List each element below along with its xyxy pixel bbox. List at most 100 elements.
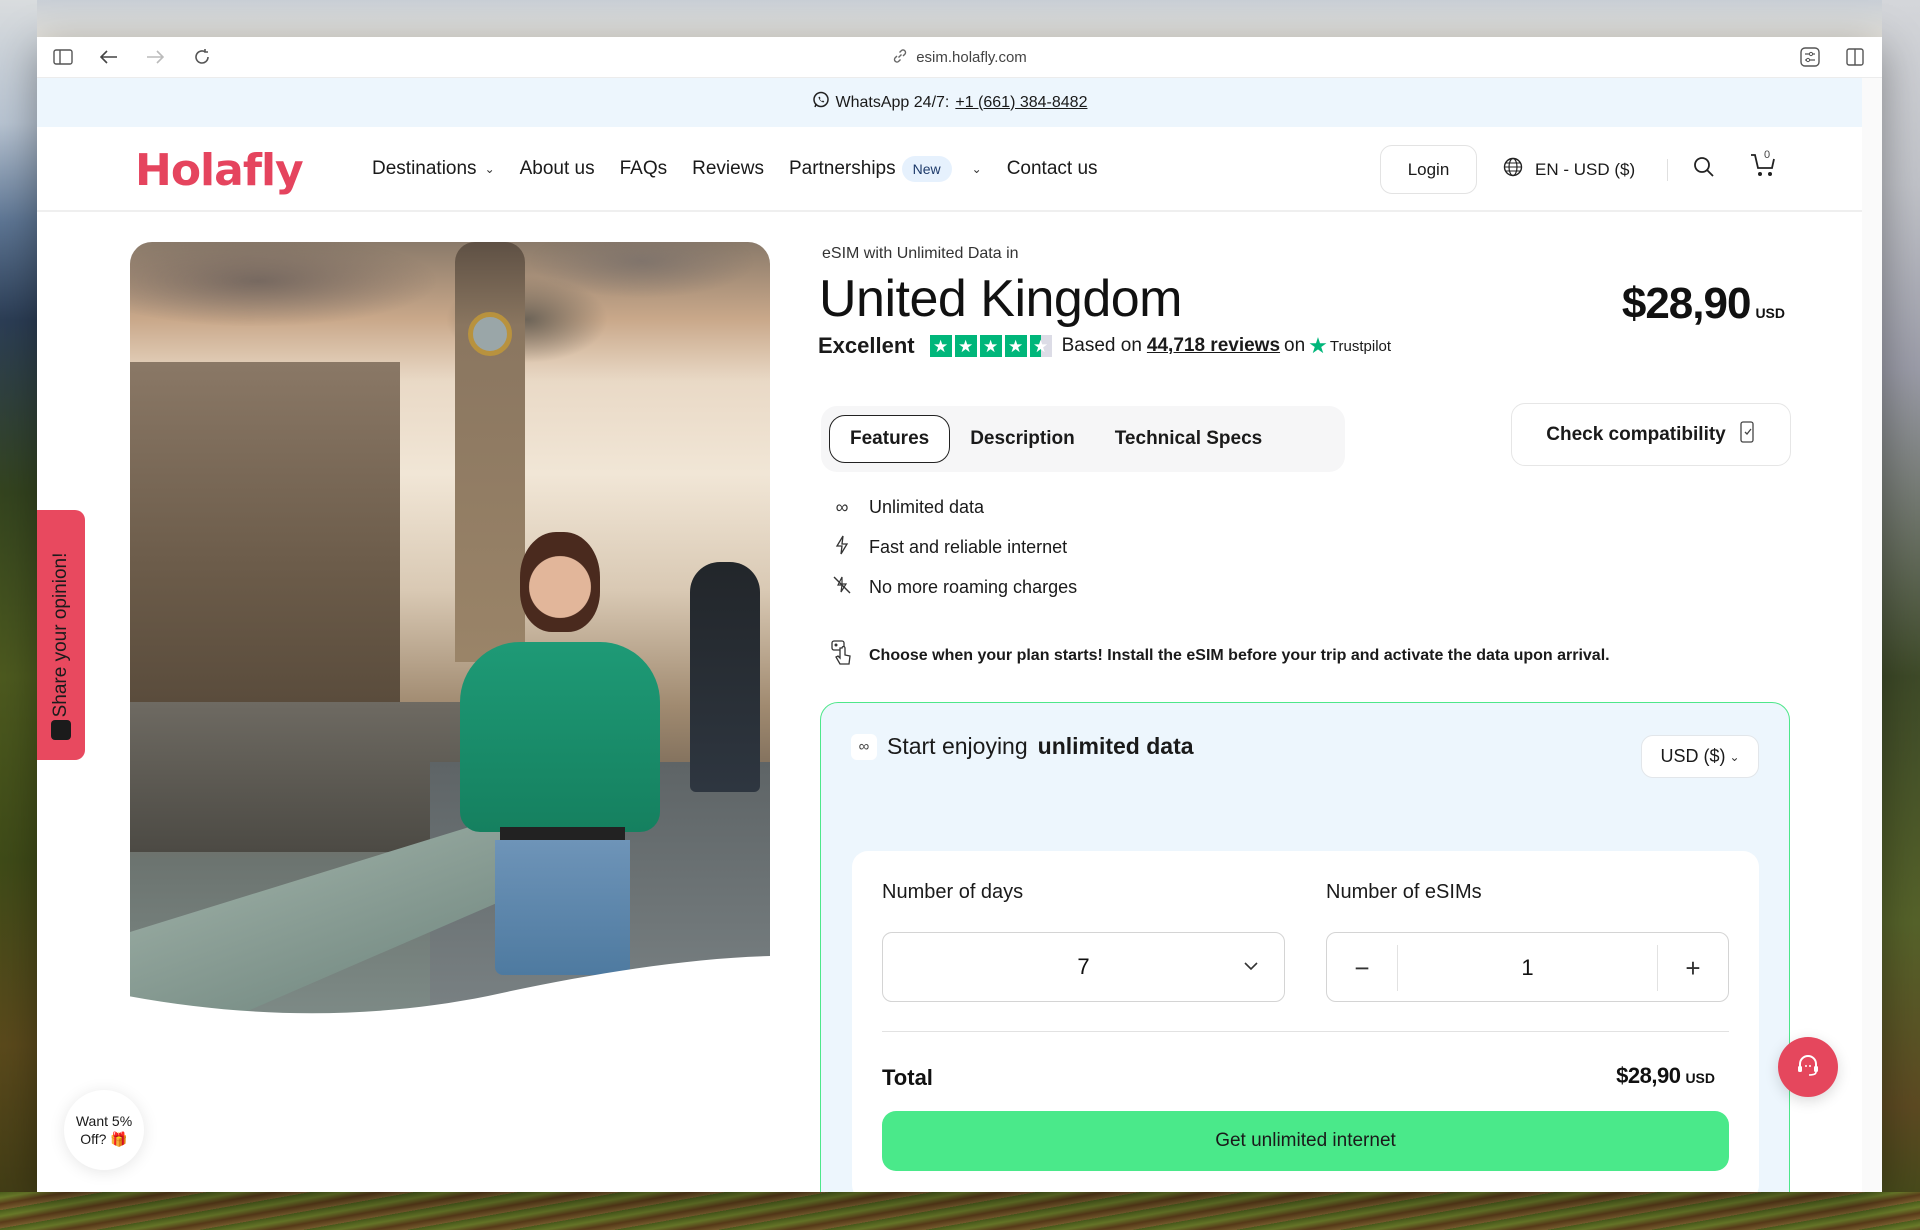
rating-based-on: Based on: [1061, 335, 1142, 356]
star-icon: ★: [979, 335, 1002, 357]
nav-faqs[interactable]: FAQs: [620, 158, 668, 180]
nav-contact-us-label: Contact us: [1006, 157, 1098, 179]
feedback-smile-icon: [51, 720, 71, 740]
nav-destinations-label: Destinations: [372, 157, 477, 179]
cart-icon[interactable]: 0: [1749, 149, 1779, 186]
currency-select[interactable]: USD ($) ⌄: [1641, 735, 1759, 778]
trustpilot-logo[interactable]: ★ Trustpilot: [1308, 333, 1391, 359]
split-view-icon[interactable]: [1843, 45, 1867, 69]
extensions-icon[interactable]: [1798, 45, 1822, 69]
activation-note-text: Choose when your plan starts! Install th…: [869, 646, 1610, 664]
chevron-down-icon: ⌄: [484, 161, 495, 176]
page-scrollbar[interactable]: [1862, 78, 1882, 1192]
nav-partnerships[interactable]: Partnerships New ⌄: [788, 155, 982, 182]
infinity-icon: ∞: [851, 733, 877, 760]
price-currency: USD: [1755, 305, 1785, 321]
trustpilot-rating: Excellent ★ ★ ★ ★ ★ Based on 44,718 revi…: [818, 333, 1391, 359]
product-eyebrow: eSIM with Unlimited Data in: [822, 245, 1019, 262]
discount-bubble[interactable]: Want 5% Off? 🎁: [64, 1090, 144, 1170]
nav-about-us[interactable]: About us: [520, 158, 595, 180]
browser-toolbar: esim.holafly.com: [37, 37, 1882, 78]
desktop-background-right: [1882, 0, 1920, 1230]
nav-reviews[interactable]: Reviews: [692, 158, 764, 180]
headset-icon: [1795, 1052, 1821, 1083]
nav-partnerships-label: Partnerships: [788, 157, 896, 179]
rating-on: on: [1284, 335, 1306, 356]
globe-icon: [1503, 157, 1523, 182]
purchase-title: ∞ Start enjoying unlimited data: [851, 733, 1194, 760]
hero-clouds: [130, 242, 770, 372]
nav-contact-us[interactable]: Contact us: [1007, 158, 1098, 180]
plan-options-panel: Number of days Number of eSIMs 7 − 1 + T…: [852, 851, 1759, 1192]
tab-features[interactable]: Features: [829, 415, 951, 463]
divider: [882, 1031, 1729, 1032]
nav-links: Destinations ⌄ About us FAQs Reviews Par…: [372, 127, 1123, 210]
support-chat-button[interactable]: [1778, 1037, 1838, 1097]
currency-select-value: USD ($): [1660, 746, 1726, 766]
esims-label: Number of eSIMs: [1326, 881, 1482, 903]
feature-item: No more roaming charges: [831, 567, 1077, 607]
share-opinion-tab[interactable]: Share your opinion!: [37, 510, 85, 760]
feature-label: Unlimited data: [869, 496, 985, 517]
hero-clock-face: [468, 312, 512, 356]
tab-description[interactable]: Description: [950, 415, 1095, 463]
nav-destinations[interactable]: Destinations ⌄: [372, 158, 495, 180]
language-currency-selector[interactable]: EN - USD ($): [1503, 145, 1635, 194]
discount-line1: Want 5%: [75, 1113, 133, 1129]
product-tabs: Features Description Technical Specs: [821, 406, 1345, 472]
chevron-down-icon: ⌄: [1729, 749, 1740, 764]
reviews-link[interactable]: 44,718 reviews: [1147, 335, 1280, 357]
purchase-card: ∞ Start enjoying unlimited data USD ($) …: [820, 702, 1790, 1192]
get-unlimited-internet-button[interactable]: Get unlimited internet: [882, 1111, 1729, 1171]
star-icon: ★: [954, 335, 977, 357]
star-icon: ★: [1004, 335, 1027, 357]
search-icon[interactable]: [1692, 155, 1716, 184]
no-roaming-icon: [831, 575, 853, 600]
cart-count: 0: [1764, 149, 1771, 161]
url-text: esim.holafly.com: [916, 49, 1027, 66]
total-label: Total: [882, 1065, 933, 1090]
total-amount: $28,90: [1616, 1063, 1681, 1088]
increment-button[interactable]: +: [1658, 933, 1728, 1003]
whatsapp-phone-link[interactable]: +1 (661) 384-8482: [955, 94, 1087, 112]
days-value: 7: [1077, 954, 1090, 979]
tap-hand-icon: [831, 640, 853, 671]
holafly-logo[interactable]: Holafly: [135, 145, 304, 196]
total-currency: USD: [1685, 1070, 1715, 1086]
feature-list: ∞ Unlimited data Fast and reliable inter…: [831, 487, 1077, 607]
product-price: $28,90 USD: [1622, 279, 1785, 329]
esims-value[interactable]: 1: [1397, 945, 1658, 991]
hero-parliament: [130, 362, 400, 702]
rating-label: Excellent: [818, 333, 915, 358]
feature-label: No more roaming charges: [869, 576, 1078, 597]
login-button[interactable]: Login: [1380, 145, 1477, 194]
days-label: Number of days: [882, 881, 1024, 903]
infinity-icon: ∞: [835, 496, 849, 517]
total-price: $28,90 USD: [1616, 1063, 1715, 1089]
main-navigation: Holafly Destinations ⌄ About us FAQs Rev…: [37, 127, 1862, 212]
hero-image-london-traveler: [130, 242, 770, 1016]
star-icon: ★: [929, 335, 952, 357]
days-select[interactable]: 7: [882, 932, 1285, 1002]
decrement-button[interactable]: −: [1327, 933, 1397, 1003]
share-opinion-label: Share your opinion!: [50, 552, 71, 718]
check-compatibility-label: Check compatibility: [1546, 423, 1726, 445]
whatsapp-icon: [812, 91, 830, 114]
price-amount: $28,90: [1621, 279, 1752, 328]
product-title: United Kingdom: [819, 270, 1183, 328]
hero-belt: [500, 827, 625, 841]
trustpilot-label: Trustpilot: [1329, 337, 1392, 355]
desktop-background-bottom: [0, 1192, 1920, 1230]
trustpilot-star-icon: ★: [1308, 333, 1328, 358]
check-compatibility-button[interactable]: Check compatibility: [1511, 403, 1791, 466]
hero-woman-on-phone: [450, 532, 670, 1002]
nav-reviews-label: Reviews: [692, 157, 764, 179]
hero-green-sweater: [460, 642, 660, 832]
tab-technical-specs[interactable]: Technical Specs: [1095, 415, 1283, 463]
purchase-title-bold: unlimited data: [1037, 733, 1194, 759]
new-badge: New: [901, 155, 952, 182]
address-bar[interactable]: esim.holafly.com: [37, 37, 1882, 78]
browser-window: esim.holafly.com WhatsApp 24/7: +1 (661)…: [37, 37, 1882, 1192]
activation-note: Choose when your plan starts! Install th…: [831, 640, 1610, 671]
chevron-down-icon: ⌄: [971, 161, 982, 176]
